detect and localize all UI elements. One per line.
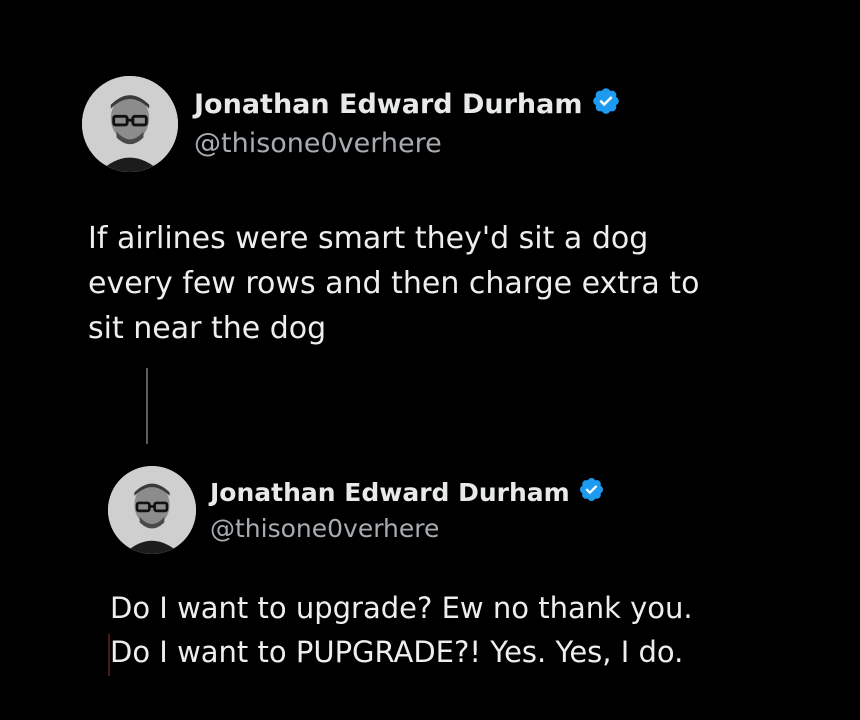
display-name[interactable]: Jonathan Edward Durham: [194, 86, 621, 123]
tweet-text: If airlines were smart they'd sit a dog …: [88, 221, 700, 346]
display-name-text[interactable]: Jonathan Edward Durham: [194, 89, 583, 120]
verified-badge-icon: [578, 476, 605, 509]
user-handle[interactable]: @thisone0verhere: [194, 128, 442, 159]
tweet-text: Do I want to upgrade? Ew no thank you. D…: [110, 591, 693, 669]
display-name-text[interactable]: Jonathan Edward Durham: [210, 478, 570, 507]
profile-photo-icon: [82, 76, 178, 172]
avatar[interactable]: [108, 466, 196, 554]
user-handle[interactable]: @thisone0verhere: [210, 514, 439, 543]
profile-photo-icon: [108, 466, 196, 554]
avatar[interactable]: [82, 76, 178, 172]
display-name[interactable]: Jonathan Edward Durham: [210, 476, 605, 509]
thread-connector: [146, 368, 148, 444]
text-cursor-mark: [108, 634, 110, 676]
verified-badge-icon: [591, 86, 621, 123]
